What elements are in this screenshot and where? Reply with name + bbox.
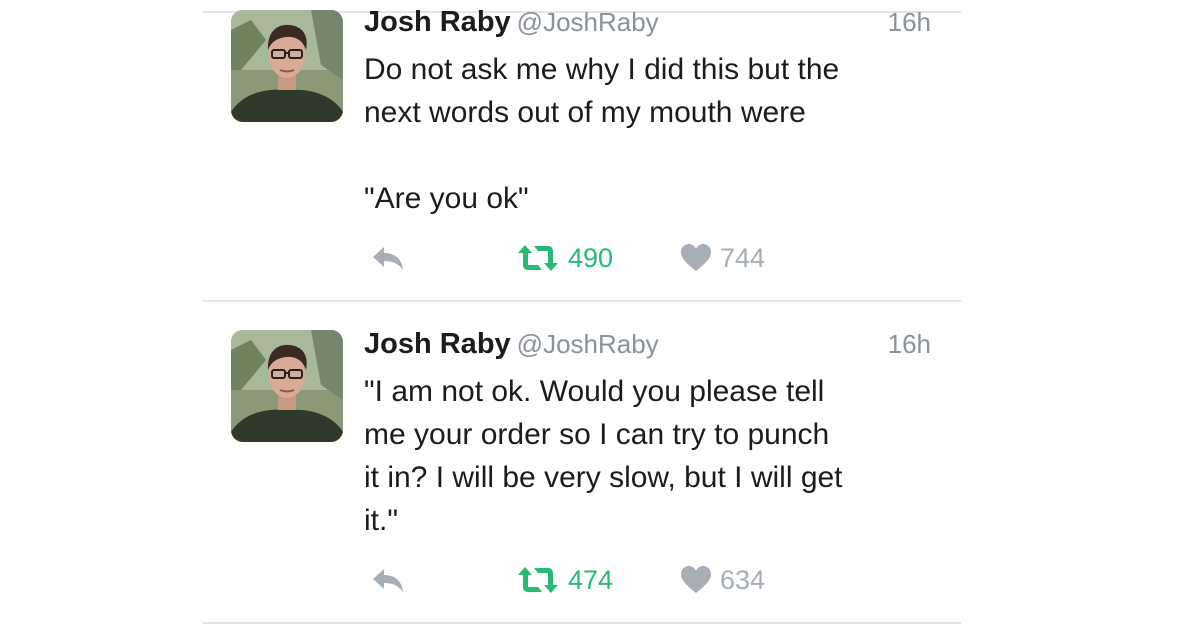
avatar[interactable] — [231, 10, 343, 122]
avatar[interactable] — [231, 330, 343, 442]
like-count: 634 — [720, 564, 766, 595]
retweet-icon — [516, 243, 560, 273]
retweet-count: 474 — [568, 564, 614, 595]
like-count: 744 — [720, 242, 766, 273]
heart-icon — [680, 565, 712, 595]
retweet-icon — [516, 565, 560, 595]
timestamp[interactable]: 16h — [888, 4, 931, 40]
retweet-button[interactable]: 474 — [516, 562, 613, 598]
tweet-actions: 490 744 — [364, 240, 784, 276]
timeline: Josh Raby @JoshRaby 16h Do not ask me why… — [203, 0, 961, 628]
reply-button[interactable] — [370, 562, 406, 598]
retweet-count: 490 — [568, 242, 614, 273]
tweet-text: "I am not ok. Would you please tell me y… — [364, 375, 843, 537]
like-button[interactable]: 744 — [680, 240, 765, 276]
profile-photo — [231, 330, 343, 442]
timestamp[interactable]: 16h — [888, 326, 931, 362]
heart-icon — [680, 243, 712, 273]
profile-photo — [231, 10, 343, 122]
tweet-actions: 474 634 — [364, 562, 784, 598]
author-handle[interactable]: @JoshRaby — [517, 329, 659, 359]
reply-icon — [370, 565, 406, 595]
reply-icon — [370, 243, 406, 273]
author-name[interactable]: Josh Raby — [364, 328, 511, 360]
tweet-header: Josh Raby @JoshRaby 16h — [364, 4, 931, 40]
divider — [203, 622, 961, 624]
reply-button[interactable] — [370, 240, 406, 276]
tweet-header: Josh Raby @JoshRaby 16h — [364, 326, 931, 362]
author-handle[interactable]: @JoshRaby — [517, 7, 659, 37]
author-name[interactable]: Josh Raby — [364, 6, 511, 38]
like-button[interactable]: 634 — [680, 562, 765, 598]
tweet-text: Do not ask me why I did this but the nex… — [364, 53, 840, 215]
divider — [203, 300, 961, 302]
retweet-button[interactable]: 490 — [516, 240, 613, 276]
